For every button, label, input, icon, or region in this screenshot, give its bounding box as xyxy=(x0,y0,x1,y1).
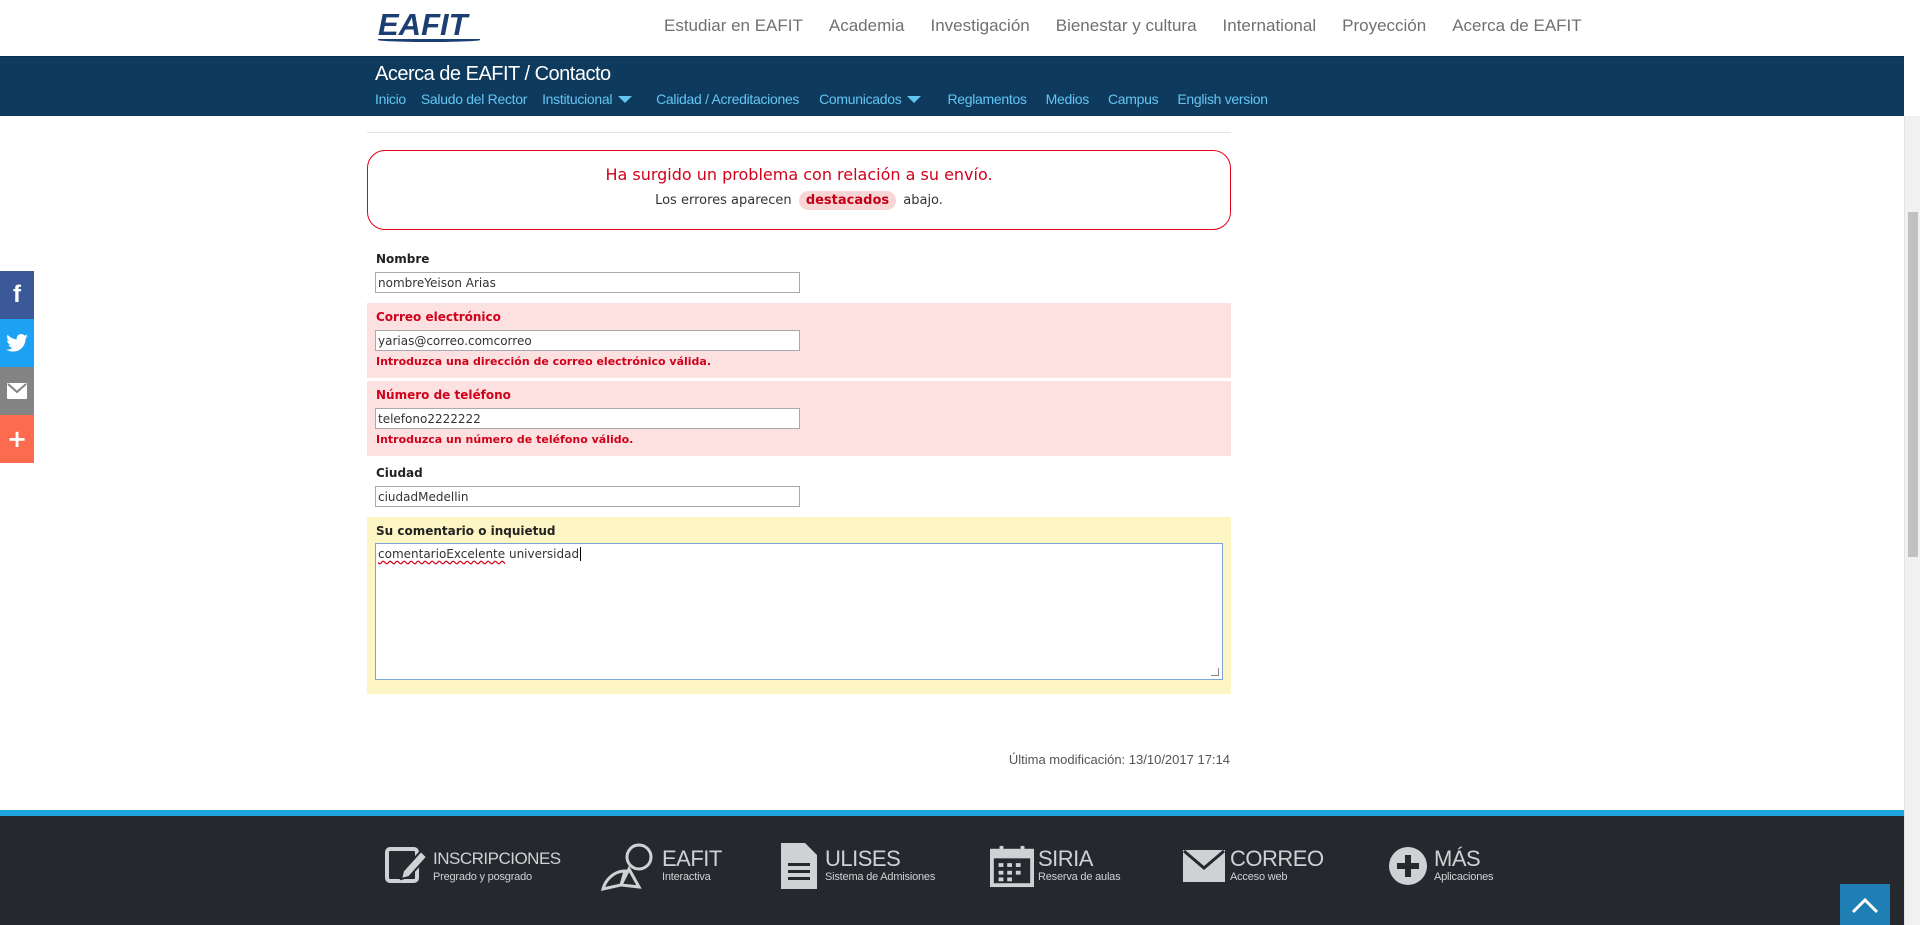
correo-label: Correo electrónico xyxy=(376,310,501,324)
section-bar: Acerca de EAFIT / Contacto Inicio Saludo… xyxy=(0,56,1904,116)
footer-siria-sub: Reserva de aulas xyxy=(1038,871,1121,883)
social-share-bar: f + xyxy=(0,271,34,463)
footer-inscripciones-title: INSCRIPCIONES xyxy=(433,849,561,868)
menu-acerca[interactable]: Acerca de EAFIT xyxy=(1452,16,1581,36)
footer-inscripciones[interactable]: INSCRIPCIONES Pregrado y posgrado xyxy=(385,844,561,888)
field-nombre: Nombre nombreYeison Arias xyxy=(367,247,1231,297)
comentario-label: Su comentario o inquietud xyxy=(376,524,556,538)
footer-ulises-sub: Sistema de Admisiones xyxy=(825,871,936,883)
footer-correo-sub: Acceso web xyxy=(1230,871,1288,883)
logo-text: EAFIT xyxy=(378,7,468,42)
footer-mas-title: MÁS xyxy=(1434,846,1481,871)
section-item-medios[interactable]: Medios xyxy=(1046,91,1090,107)
section-item-comunicados[interactable]: Comunicados xyxy=(819,91,902,107)
footer-siria-title: SIRIA xyxy=(1038,846,1093,871)
document-icon xyxy=(777,843,821,889)
correo-error-message: Introduzca una dirección de correo elect… xyxy=(376,355,712,368)
envelope-icon xyxy=(7,383,27,399)
footer-mas-sub: Aplicaciones xyxy=(1434,871,1494,883)
facebook-icon: f xyxy=(13,281,21,308)
alert-subtitle: Los errores aparecen destacados abajo. xyxy=(368,191,1230,210)
footer-eafit-sub: Interactiva xyxy=(662,871,711,883)
nombre-label: Nombre xyxy=(376,252,430,266)
chevron-down-icon[interactable] xyxy=(618,95,633,103)
last-modified: Última modificación: 13/10/2017 17:14 xyxy=(1008,752,1230,767)
field-comentario: Su comentario o inquietud comentarioExce… xyxy=(367,517,1231,694)
facebook-share-button[interactable]: f xyxy=(0,271,34,319)
content-divider xyxy=(367,132,1231,133)
footer-ulises[interactable]: ULISES Sistema de Admisiones xyxy=(777,843,936,889)
top-navigation: EAFIT Estudiar en EAFIT Academia Investi… xyxy=(0,0,1904,56)
chevron-up-icon xyxy=(1851,897,1879,913)
plus-icon: + xyxy=(6,425,28,453)
telefono-input[interactable]: telefono2222222 xyxy=(375,408,800,429)
alert-sub-before: Los errores aparecen xyxy=(655,193,792,208)
logo-swoosh xyxy=(378,38,480,42)
alert-sub-after: abajo. xyxy=(903,193,943,208)
chevron-down-icon[interactable] xyxy=(907,95,922,103)
cursor-icon xyxy=(598,843,658,891)
menu-academia[interactable]: Academia xyxy=(829,16,905,36)
correo-input[interactable]: yarias@correo.comcorreo xyxy=(375,330,800,351)
footer-eafit-interactiva[interactable]: EAFIT Interactiva xyxy=(598,843,722,891)
footer-ulises-title: ULISES xyxy=(825,846,901,871)
comentario-misspelled-word: comentarioExcelente xyxy=(378,547,506,561)
plus-circle-icon xyxy=(1386,844,1430,888)
field-telefono: Número de teléfono telefono2222222 Intro… xyxy=(367,381,1231,456)
page-scrollbar[interactable] xyxy=(1904,116,1920,925)
alert-highlight-badge: destacados xyxy=(798,191,897,210)
twitter-share-button[interactable] xyxy=(0,319,34,367)
menu-proyeccion[interactable]: Proyección xyxy=(1342,16,1426,36)
footer-eafit-title: EAFIT xyxy=(662,846,722,871)
footer-inscripciones-sub: Pregrado y posgrado xyxy=(433,871,532,883)
field-correo: Correo electrónico yarias@correo.comcorr… xyxy=(367,303,1231,378)
section-item-calidad[interactable]: Calidad / Acreditaciones xyxy=(656,91,799,107)
textarea-resize-handle[interactable] xyxy=(1211,668,1219,676)
alert-title: Ha surgido un problema con relación a su… xyxy=(605,165,993,184)
menu-bienestar[interactable]: Bienestar y cultura xyxy=(1056,16,1197,36)
ciudad-input[interactable]: ciudadMedellin xyxy=(375,486,800,507)
section-menu: Inicio Saludo del Rector Institucional C… xyxy=(375,91,1268,107)
section-item-campus[interactable]: Campus xyxy=(1108,91,1159,107)
section-item-institucional[interactable]: Institucional xyxy=(542,91,612,107)
nombre-input[interactable]: nombreYeison Arias xyxy=(375,272,800,293)
form-error-alert: Ha surgido un problema con relación a su… xyxy=(367,150,1231,230)
footer-apps-bar: INSCRIPCIONES Pregrado y posgrado EAFIT … xyxy=(0,810,1904,925)
edit-icon xyxy=(385,844,429,888)
calendar-icon xyxy=(990,844,1034,888)
main-menu: Estudiar en EAFIT Academia Investigación… xyxy=(664,16,1608,36)
ciudad-label: Ciudad xyxy=(376,466,423,480)
eafit-logo[interactable]: EAFIT xyxy=(378,7,480,46)
section-item-inicio[interactable]: Inicio xyxy=(375,91,406,107)
section-item-english[interactable]: English version xyxy=(1177,91,1268,107)
section-title: Acerca de EAFIT / Contacto xyxy=(375,63,611,85)
footer-mas[interactable]: MÁS Aplicaciones xyxy=(1386,844,1494,888)
telefono-label: Número de teléfono xyxy=(376,388,511,402)
email-share-button[interactable] xyxy=(0,367,34,415)
section-item-saludo[interactable]: Saludo del Rector xyxy=(421,91,528,107)
scrollbar-thumb[interactable] xyxy=(1908,212,1918,557)
footer-correo[interactable]: CORREO Acceso web xyxy=(1182,844,1324,888)
mail-icon xyxy=(1182,844,1226,888)
twitter-icon xyxy=(6,334,28,352)
menu-international[interactable]: International xyxy=(1223,16,1317,36)
comentario-textarea[interactable]: comentarioExcelente universidad xyxy=(375,543,1223,680)
menu-estudiar[interactable]: Estudiar en EAFIT xyxy=(664,16,803,36)
back-to-top-button[interactable] xyxy=(1840,884,1890,925)
field-ciudad: Ciudad ciudadMedellin xyxy=(367,459,1231,511)
menu-investigacion[interactable]: Investigación xyxy=(931,16,1030,36)
comentario-text: universidad xyxy=(505,547,580,561)
section-item-reglamentos[interactable]: Reglamentos xyxy=(947,91,1027,107)
footer-siria[interactable]: SIRIA Reserva de aulas xyxy=(990,844,1121,888)
footer-correo-title: CORREO xyxy=(1230,846,1324,871)
more-share-button[interactable]: + xyxy=(0,415,34,463)
telefono-error-message: Introduzca un número de teléfono válido. xyxy=(376,433,634,446)
